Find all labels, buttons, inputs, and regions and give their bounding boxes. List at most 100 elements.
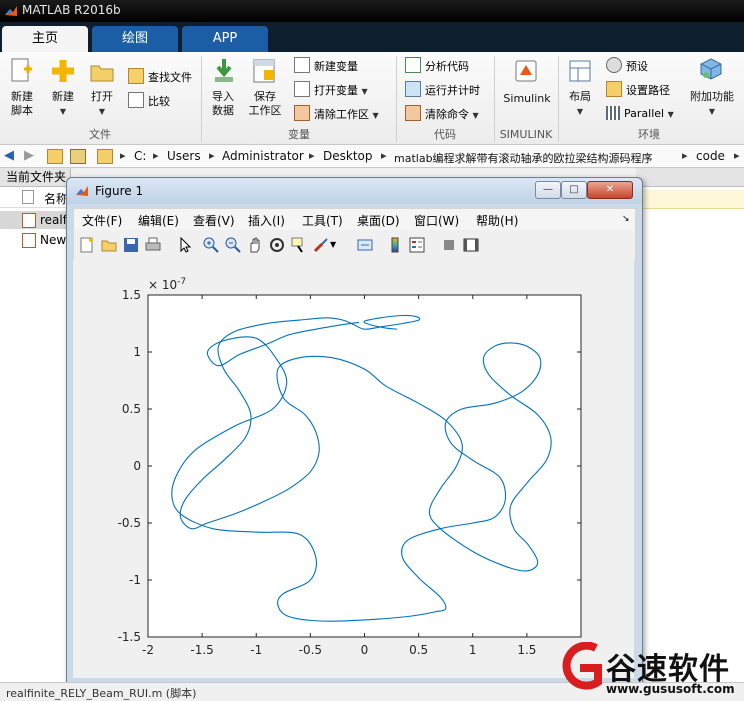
breadcrumb-separator-icon: ▸ bbox=[682, 149, 688, 162]
close-button[interactable]: ✕ bbox=[587, 181, 633, 199]
browse-folder-icon[interactable] bbox=[70, 149, 86, 164]
group-label-simulink: SIMULINK bbox=[499, 128, 553, 141]
x-tick-label: 0 bbox=[361, 643, 369, 657]
brush-clear-icon bbox=[294, 105, 310, 121]
menu-insert[interactable]: 插入(I) bbox=[248, 212, 285, 229]
compare-icon bbox=[128, 92, 144, 108]
menu-desktop[interactable]: 桌面(D) bbox=[357, 212, 400, 229]
breadcrumb-item[interactable]: Users bbox=[167, 149, 201, 163]
analyze-code-button[interactable]: 分析代码 bbox=[405, 57, 469, 75]
figure-canvas[interactable]: -2 -1.5 -1 -0.5 0 0.5 1 1.5 -1.5 -1 -0.5 0 0.5 1 1.5 … bbox=[73, 260, 634, 678]
address-bar: ◀ ▶ ▸ C: ▸ Users ▸ Administrator ▸ Deskt… bbox=[0, 145, 744, 168]
open-variable-icon bbox=[294, 81, 310, 97]
y-exponent-label: × 10-7 bbox=[148, 277, 186, 292]
menu-window[interactable]: 窗口(W) bbox=[414, 212, 459, 229]
layout-dropdown-icon: ▼ bbox=[576, 107, 584, 116]
add-ons-icon bbox=[698, 57, 724, 88]
maximize-button[interactable]: □ bbox=[561, 181, 587, 199]
set-path-button[interactable]: 设置路径 bbox=[606, 81, 670, 99]
find-files-button[interactable]: 查找文件 bbox=[128, 68, 192, 86]
figure-window[interactable]: Figure 1 — □ ✕ 文件(F) 编辑(E) 查看(V) 插入(I) 工… bbox=[66, 177, 643, 685]
new-variable-button[interactable]: 新建变量 bbox=[294, 57, 358, 75]
layout-button[interactable]: 布局 ▼ bbox=[562, 90, 598, 119]
menu-file[interactable]: 文件(F) bbox=[82, 212, 122, 229]
column-header[interactable]: 名称 bbox=[0, 187, 70, 208]
list-item[interactable]: realfi bbox=[0, 211, 70, 229]
dock-arrow-icon[interactable]: ↘ bbox=[622, 214, 630, 224]
link-icon[interactable] bbox=[356, 236, 374, 254]
y-tick-label: 0 bbox=[133, 459, 141, 473]
open-file-icon[interactable] bbox=[100, 236, 118, 254]
hide-plot-tools-icon[interactable] bbox=[440, 236, 458, 254]
group-label-code: 代码 bbox=[434, 128, 456, 141]
open-variable-button[interactable]: 打开变量 ▼ bbox=[294, 81, 368, 99]
print-icon[interactable] bbox=[144, 236, 162, 254]
breadcrumb-item[interactable]: matlab编程求解带有滚动轴承的欧拉梁结构源码程序 bbox=[394, 150, 653, 166]
new-figure-icon[interactable] bbox=[78, 236, 96, 254]
current-folder-panel: 当前文件夹 名称 realfi New bbox=[0, 168, 71, 700]
trajectory-line-chart[interactable]: -2 -1.5 -1 -0.5 0 0.5 1 1.5 -1.5-1-0.500.511.5 … bbox=[73, 260, 634, 678]
parallel-button[interactable]: Parallel ▼ bbox=[606, 105, 674, 123]
breadcrumb-item[interactable]: code bbox=[696, 149, 725, 163]
command-window[interactable] bbox=[636, 168, 744, 700]
zoom-in-icon[interactable] bbox=[202, 236, 220, 254]
colorbar-icon[interactable] bbox=[386, 236, 404, 254]
breadcrumb-item[interactable]: C: bbox=[134, 149, 146, 163]
menu-help[interactable]: 帮助(H) bbox=[476, 212, 518, 229]
watermark-url: www.gususoft.com bbox=[606, 682, 735, 696]
save-workspace-button[interactable]: 保存 工作区 bbox=[244, 90, 286, 118]
axes-box[interactable] bbox=[147, 294, 582, 638]
breadcrumb-item[interactable]: Administrator bbox=[222, 149, 304, 163]
clear-commands-dropdown-icon: ▼ bbox=[472, 111, 479, 120]
tab-apps[interactable]: APP bbox=[182, 26, 268, 52]
new-script-button[interactable]: 新建 脚本 bbox=[2, 90, 42, 118]
menu-tools[interactable]: 工具(T) bbox=[302, 212, 343, 229]
figure-title: Figure 1 bbox=[95, 184, 144, 198]
menu-edit[interactable]: 编辑(E) bbox=[138, 212, 179, 229]
simulink-button[interactable]: Simulink bbox=[498, 92, 556, 106]
layout-icon bbox=[568, 59, 592, 86]
data-cursor-icon[interactable] bbox=[290, 236, 308, 254]
matlab-script-icon bbox=[22, 233, 36, 248]
open-folder-icon bbox=[89, 60, 115, 87]
tab-home[interactable]: 主页 bbox=[2, 26, 88, 52]
open-button[interactable]: 打开 ▼ bbox=[84, 90, 120, 119]
save-icon[interactable] bbox=[122, 236, 140, 254]
matlab-logo-icon bbox=[5, 6, 17, 16]
clear-commands-button[interactable]: 清除命令 ▼ bbox=[405, 105, 479, 123]
minimize-icon: — bbox=[543, 184, 553, 195]
tab-plots[interactable]: 绘图 bbox=[92, 26, 178, 52]
menu-view[interactable]: 查看(V) bbox=[193, 212, 235, 229]
watermark: 谷速软件 www.gususoft.com bbox=[556, 640, 744, 700]
minimize-button[interactable]: — bbox=[535, 181, 561, 199]
add-ons-button[interactable]: 附加功能 ▼ bbox=[684, 90, 740, 119]
x-tick-label: 1.5 bbox=[517, 643, 536, 657]
pointer-icon[interactable] bbox=[176, 236, 194, 254]
brush-icon[interactable] bbox=[312, 236, 330, 254]
x-tick-label: 0.5 bbox=[409, 643, 428, 657]
clear-workspace-button[interactable]: 清除工作区 ▼ bbox=[294, 105, 379, 123]
pan-icon[interactable] bbox=[246, 236, 264, 254]
rotate-icon[interactable] bbox=[268, 236, 286, 254]
breadcrumb-separator-icon: ▸ bbox=[120, 149, 126, 162]
new-button[interactable]: 新建 ▼ bbox=[44, 90, 82, 119]
figure-title-bar[interactable]: Figure 1 — □ ✕ bbox=[67, 178, 642, 204]
simulink-icon bbox=[514, 59, 538, 86]
run-and-time-button[interactable]: 运行并计时 bbox=[405, 81, 480, 99]
breadcrumb-item[interactable]: Desktop bbox=[323, 149, 373, 163]
preferences-button[interactable]: 预设 bbox=[606, 57, 648, 75]
x-tick-label: 1 bbox=[469, 643, 477, 657]
back-arrow-icon[interactable]: ◀ bbox=[4, 148, 14, 163]
compare-button[interactable]: 比较 bbox=[128, 92, 170, 110]
import-data-button[interactable]: 导入 数据 bbox=[204, 90, 242, 118]
list-item[interactable]: New bbox=[0, 231, 70, 249]
forward-arrow-icon[interactable]: ▶ bbox=[24, 148, 34, 163]
breadcrumb-separator-icon: ▸ bbox=[209, 149, 215, 162]
file-icon bbox=[22, 190, 34, 204]
legend-icon[interactable] bbox=[408, 236, 426, 254]
up-folder-icon[interactable] bbox=[47, 149, 63, 164]
show-plot-tools-icon[interactable] bbox=[462, 236, 480, 254]
breadcrumb-separator-icon: ▸ bbox=[734, 149, 740, 162]
brush-dropdown-icon[interactable]: ▼ bbox=[330, 236, 338, 254]
zoom-out-icon[interactable] bbox=[224, 236, 242, 254]
